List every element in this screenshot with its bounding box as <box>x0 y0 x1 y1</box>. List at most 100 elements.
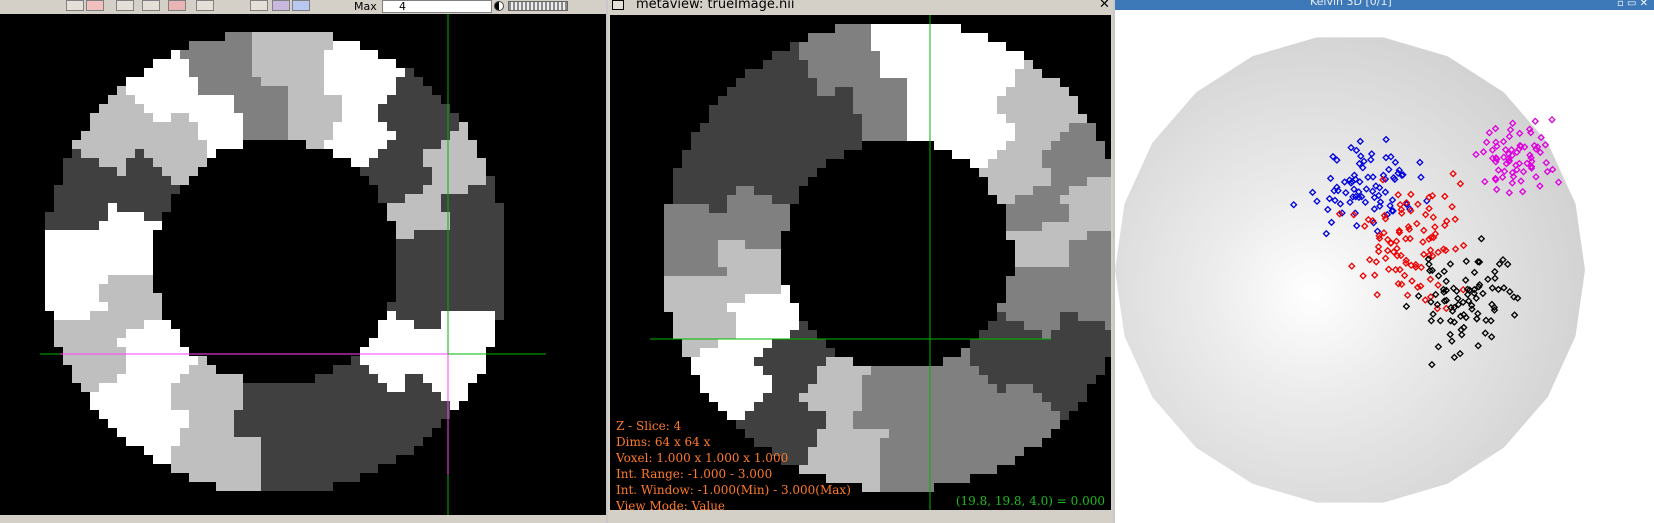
ring-voxel <box>333 419 342 428</box>
toolbar-button-icon[interactable] <box>66 0 84 11</box>
ring-voxel <box>90 131 99 140</box>
ring-voxel <box>54 239 63 248</box>
ring-voxel <box>81 131 90 140</box>
ring-voxel <box>477 311 486 320</box>
ring-voxel <box>1015 249 1024 258</box>
arrow-icon[interactable] <box>142 0 160 11</box>
ring-voxel <box>495 302 504 311</box>
ring-voxel <box>432 401 441 410</box>
ring-voxel <box>288 95 297 104</box>
ring-voxel <box>988 456 997 465</box>
ring-voxel <box>1078 267 1087 276</box>
ring-voxel <box>387 338 396 347</box>
ring-voxel <box>718 303 727 312</box>
metaview-slice-view[interactable]: Z - Slice: 4 Dims: 64 x 64 x Voxel: 1.00… <box>608 13 1113 512</box>
ring-voxel <box>432 194 441 203</box>
close-icon[interactable]: ✕ <box>1099 0 1110 12</box>
ring-voxel <box>99 158 108 167</box>
ring-voxel <box>1042 204 1051 213</box>
arrow-icon[interactable] <box>196 0 214 11</box>
ring-voxel <box>952 384 961 393</box>
ring-voxel <box>270 401 279 410</box>
ring-voxel <box>486 194 495 203</box>
ring-voxel <box>135 203 144 212</box>
ring-voxel <box>414 203 423 212</box>
ring-voxel <box>324 131 333 140</box>
ring-voxel <box>153 338 162 347</box>
ring-voxel <box>405 392 414 401</box>
ring-voxel <box>1024 114 1033 123</box>
max-value-input[interactable]: 4 <box>382 0 492 13</box>
ring-voxel <box>1033 330 1042 339</box>
ring-voxel <box>988 321 997 330</box>
ring-voxel <box>414 338 423 347</box>
ring-voxel <box>916 42 925 51</box>
ring-voxel <box>405 374 414 383</box>
delete-icon[interactable] <box>168 0 186 11</box>
pointer-icon[interactable] <box>250 0 268 11</box>
ring-voxel <box>988 60 997 69</box>
ring-voxel <box>961 87 970 96</box>
ring-voxel <box>898 375 907 384</box>
ring-voxel <box>1078 312 1087 321</box>
ring-voxel <box>1060 366 1069 375</box>
ring-voxel <box>1087 249 1096 258</box>
ring-voxel <box>970 69 979 78</box>
ring-voxel <box>907 384 916 393</box>
ring-voxel <box>396 167 405 176</box>
ring-voxel <box>1096 204 1105 213</box>
scatter-3d-view[interactable] <box>1115 10 1654 523</box>
window-menu-icon[interactable] <box>612 0 624 10</box>
star-icon[interactable] <box>292 0 310 11</box>
color-icon[interactable] <box>272 0 290 11</box>
left-scrollbar[interactable] <box>0 515 606 523</box>
intensity-slider[interactable] <box>508 1 568 11</box>
ring-voxel <box>369 356 378 365</box>
ring-voxel <box>198 113 207 122</box>
ring-voxel <box>826 393 835 402</box>
ring-voxel <box>853 402 862 411</box>
undo-icon[interactable] <box>86 0 104 11</box>
ring-voxel <box>90 194 99 203</box>
ring-voxel <box>90 230 99 239</box>
ring-voxel <box>72 347 81 356</box>
ring-voxel <box>45 266 54 275</box>
ring-voxel <box>63 221 72 230</box>
ring-voxel <box>835 465 844 474</box>
ring-voxel <box>405 68 414 77</box>
ring-voxel <box>261 86 270 95</box>
ring-voxel <box>135 158 144 167</box>
ring-voxel <box>700 330 709 339</box>
ring-voxel <box>198 410 207 419</box>
ring-voxel <box>54 266 63 275</box>
ring-voxel <box>790 51 799 60</box>
ring-voxel <box>486 275 495 284</box>
ring-voxel <box>441 113 450 122</box>
ring-voxel <box>261 446 270 455</box>
ring-voxel <box>1096 258 1105 267</box>
ring-voxel <box>189 77 198 86</box>
ring-voxel <box>261 428 270 437</box>
ring-voxel <box>243 77 252 86</box>
pen-icon[interactable] <box>116 0 134 11</box>
ring-voxel <box>162 194 171 203</box>
ring-voxel <box>360 131 369 140</box>
ring-voxel <box>1096 294 1105 303</box>
metaview-scrollbar[interactable] <box>608 512 1113 523</box>
ring-voxel <box>495 293 504 302</box>
ring-voxel <box>369 446 378 455</box>
ring-voxel <box>234 446 243 455</box>
ring-voxel <box>781 51 790 60</box>
left-slice-view[interactable] <box>0 14 606 515</box>
ring-voxel <box>808 96 817 105</box>
ring-voxel <box>979 96 988 105</box>
ring-voxel <box>387 329 396 338</box>
ring-voxel <box>99 302 108 311</box>
ring-voxel <box>754 186 763 195</box>
window-controls-icon[interactable]: ▫ ▭ ✕ <box>1617 0 1648 9</box>
ring-voxel <box>943 411 952 420</box>
contrast-icon[interactable] <box>494 1 504 11</box>
ring-voxel <box>817 141 826 150</box>
ring-voxel <box>405 302 414 311</box>
ring-voxel <box>468 293 477 302</box>
